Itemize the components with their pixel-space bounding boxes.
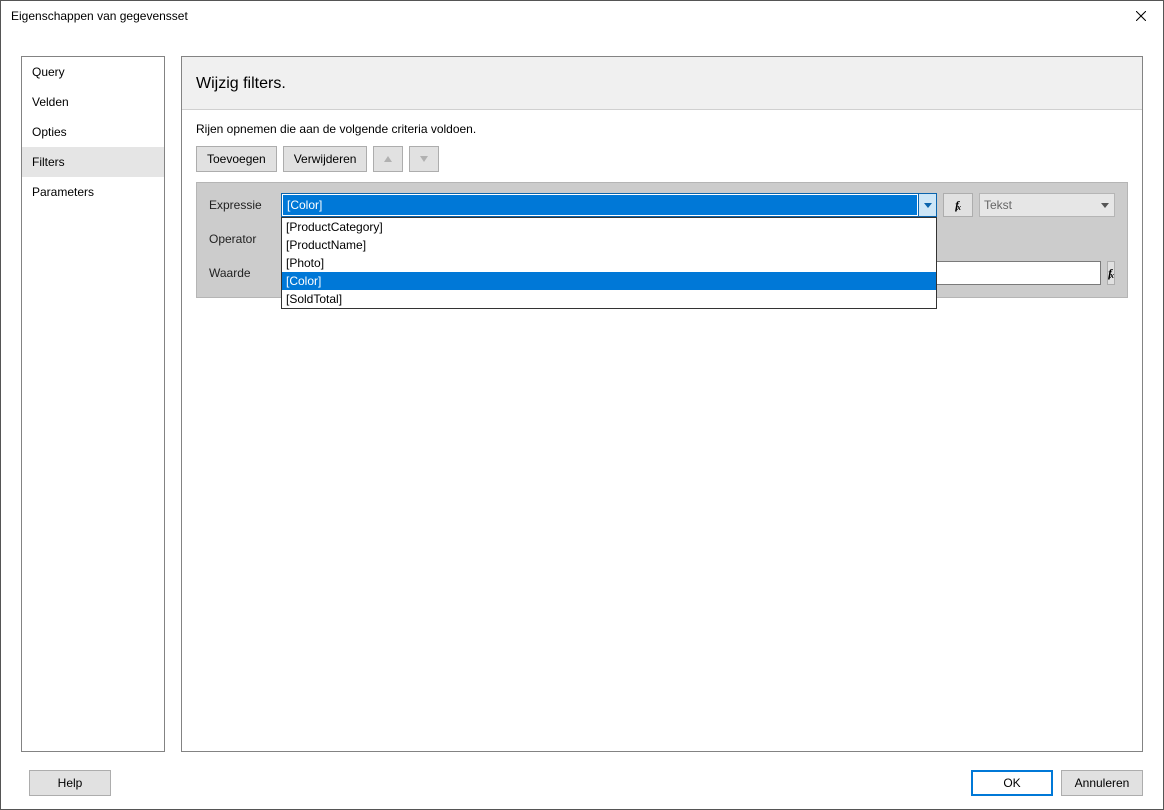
dropdown-option[interactable]: [ProductCategory] <box>282 218 936 236</box>
expression-dropdown[interactable]: [ProductCategory] [ProductName] [Photo] … <box>281 217 937 309</box>
expression-fx-button[interactable]: fx <box>943 193 973 217</box>
close-icon <box>1136 11 1146 21</box>
operator-label: Operator <box>209 232 281 246</box>
ok-button[interactable]: OK <box>971 770 1053 796</box>
help-button[interactable]: Help <box>29 770 111 796</box>
close-button[interactable] <box>1118 1 1163 32</box>
window-title: Eigenschappen van gegevensset <box>11 9 1118 23</box>
sidebar-item-query[interactable]: Query <box>22 57 164 87</box>
expression-combo[interactable]: [Color] <box>281 193 937 217</box>
page-heading: Wijzig filters. <box>182 57 1142 110</box>
move-down-button[interactable] <box>409 146 439 172</box>
type-combo-value: Tekst <box>980 194 1096 216</box>
chevron-down-icon <box>1101 203 1109 208</box>
dialog-window: Eigenschappen van gegevensset Query Veld… <box>0 0 1164 810</box>
dropdown-option-highlighted[interactable]: [Color] <box>282 272 936 290</box>
dropdown-option[interactable]: [ProductName] <box>282 236 936 254</box>
type-combo[interactable]: Tekst <box>979 193 1115 217</box>
expression-combo-value: [Color] <box>283 195 917 215</box>
value-input[interactable] <box>914 261 1101 285</box>
value-label: Waarde <box>209 266 251 280</box>
value-fx-button[interactable]: fx <box>1107 261 1115 285</box>
add-button[interactable]: Toevoegen <box>196 146 277 172</box>
chevron-down-icon <box>924 203 932 208</box>
arrow-down-icon <box>420 156 428 162</box>
titlebar: Eigenschappen van gegevensset <box>1 1 1163 32</box>
sidebar-item-parameters[interactable]: Parameters <box>22 177 164 207</box>
filter-panel: Expressie [Color] fx Tekst <box>196 182 1128 298</box>
filter-toolbar: Toevoegen Verwijderen <box>182 140 1142 182</box>
cancel-button[interactable]: Annuleren <box>1061 770 1143 796</box>
sidebar-item-filters[interactable]: Filters <box>22 147 164 177</box>
expression-label: Expressie <box>209 198 281 212</box>
type-combo-arrow[interactable] <box>1096 194 1114 216</box>
dropdown-option[interactable]: [SoldTotal] <box>282 290 936 308</box>
dropdown-option[interactable]: [Photo] <box>282 254 936 272</box>
sidebar-item-opties[interactable]: Opties <box>22 117 164 147</box>
sidebar-item-velden[interactable]: Velden <box>22 87 164 117</box>
instruction-text: Rijen opnemen die aan de volgende criter… <box>182 110 1142 140</box>
main-pane: Wijzig filters. Rijen opnemen die aan de… <box>181 56 1143 752</box>
expression-row: Expressie [Color] fx Tekst <box>209 193 1115 217</box>
delete-button[interactable]: Verwijderen <box>283 146 368 172</box>
sidebar: Query Velden Opties Filters Parameters <box>21 56 165 752</box>
dialog-footer: Help OK Annuleren <box>21 769 1143 797</box>
move-up-button[interactable] <box>373 146 403 172</box>
expression-combo-arrow[interactable] <box>918 194 936 216</box>
arrow-up-icon <box>384 156 392 162</box>
